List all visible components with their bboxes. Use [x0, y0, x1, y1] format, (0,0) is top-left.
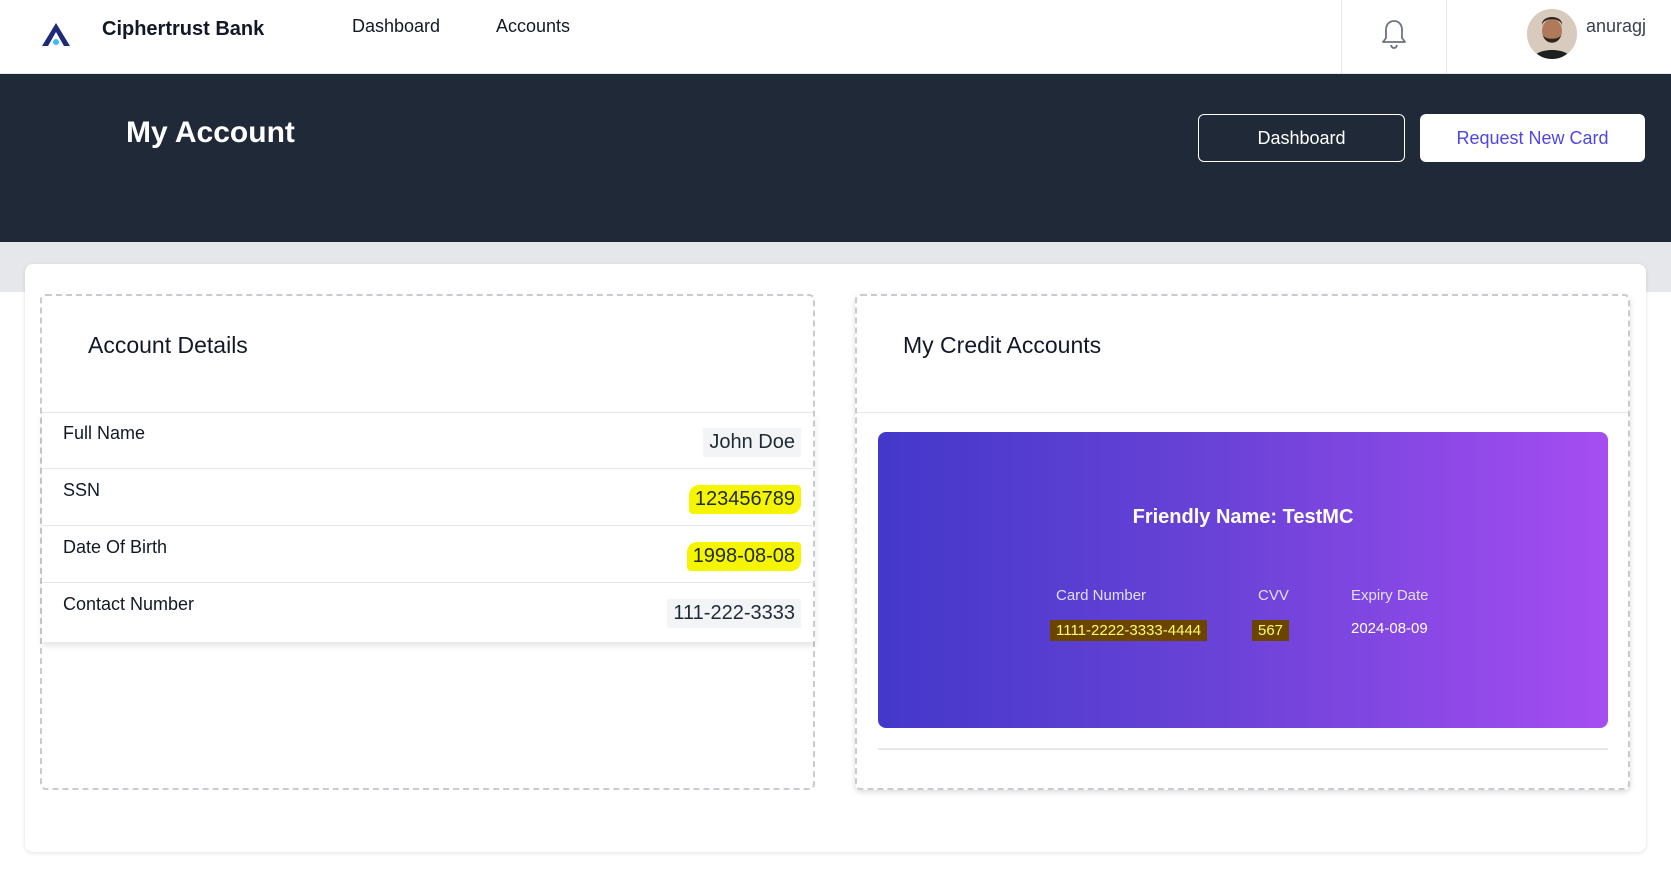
- user-avatar[interactable]: [1527, 9, 1577, 59]
- expiry-value: 2024-08-09: [1351, 620, 1428, 637]
- detail-row-full-name: Full Name John Doe: [42, 412, 815, 469]
- cvv-value: 567: [1252, 620, 1290, 641]
- detail-label: Date Of Birth: [63, 537, 168, 557]
- card-friendly-name: Friendly Name: TestMC: [1132, 506, 1354, 528]
- brand-name[interactable]: Ciphertrust Bank: [102, 18, 264, 41]
- credit-accounts-card: My Credit Accounts Friendly Name: TestMC…: [855, 294, 1630, 790]
- detail-row-contact-number: Contact Number 111-222-3333: [42, 583, 815, 640]
- detail-value: 111-222-3333: [667, 599, 801, 628]
- brand-logo-icon[interactable]: [38, 20, 74, 48]
- nav-divider: [1341, 0, 1342, 74]
- page-header: My Account Dashboard Request New Card: [0, 74, 1671, 242]
- divider: [857, 412, 1628, 413]
- expiry-label: Expiry Date: [1351, 587, 1429, 604]
- username[interactable]: anuragj: [1586, 16, 1646, 37]
- top-navbar: Ciphertrust Bank Dashboard Accounts anur…: [0, 0, 1671, 74]
- bell-icon[interactable]: [1380, 18, 1408, 50]
- detail-value-highlighted: 123456789: [688, 485, 801, 514]
- dashboard-button[interactable]: Dashboard: [1198, 114, 1405, 162]
- detail-row-ssn: SSN 123456789: [42, 469, 815, 526]
- page-title: My Account: [126, 116, 295, 149]
- card-number-label: Card Number: [1056, 587, 1147, 604]
- nav-link-dashboard[interactable]: Dashboard: [352, 16, 440, 37]
- nav-link-accounts[interactable]: Accounts: [496, 16, 570, 37]
- expiry-column: Expiry Date 2024-08-09: [1351, 587, 1429, 637]
- credit-card[interactable]: Friendly Name: TestMC Card Number 1111-2…: [878, 432, 1608, 728]
- account-details-title: Account Details: [88, 332, 248, 358]
- detail-label: Full Name: [63, 423, 146, 443]
- divider: [878, 748, 1608, 750]
- nav-divider: [1446, 0, 1447, 74]
- account-details-card: Account Details Full Name John Doe SSN 1…: [40, 294, 815, 790]
- cvv-label: CVV: [1258, 587, 1289, 604]
- account-details-list: Full Name John Doe SSN 123456789 Date Of…: [42, 412, 815, 642]
- main-panel: Account Details Full Name John Doe SSN 1…: [25, 264, 1646, 852]
- card-number-column: Card Number 1111-2222-3333-4444: [1050, 587, 1208, 641]
- detail-value-highlighted: 1998-08-08: [686, 542, 801, 571]
- request-new-card-button[interactable]: Request New Card: [1420, 114, 1645, 162]
- detail-value: John Doe: [703, 428, 801, 457]
- detail-row-date-of-birth: Date Of Birth 1998-08-08: [42, 526, 815, 583]
- detail-label: Contact Number: [63, 594, 195, 614]
- cvv-column: CVV 567: [1252, 587, 1290, 641]
- credit-accounts-title: My Credit Accounts: [903, 332, 1102, 358]
- detail-label: SSN: [63, 480, 101, 500]
- card-number-value: 1111-2222-3333-4444: [1050, 620, 1208, 641]
